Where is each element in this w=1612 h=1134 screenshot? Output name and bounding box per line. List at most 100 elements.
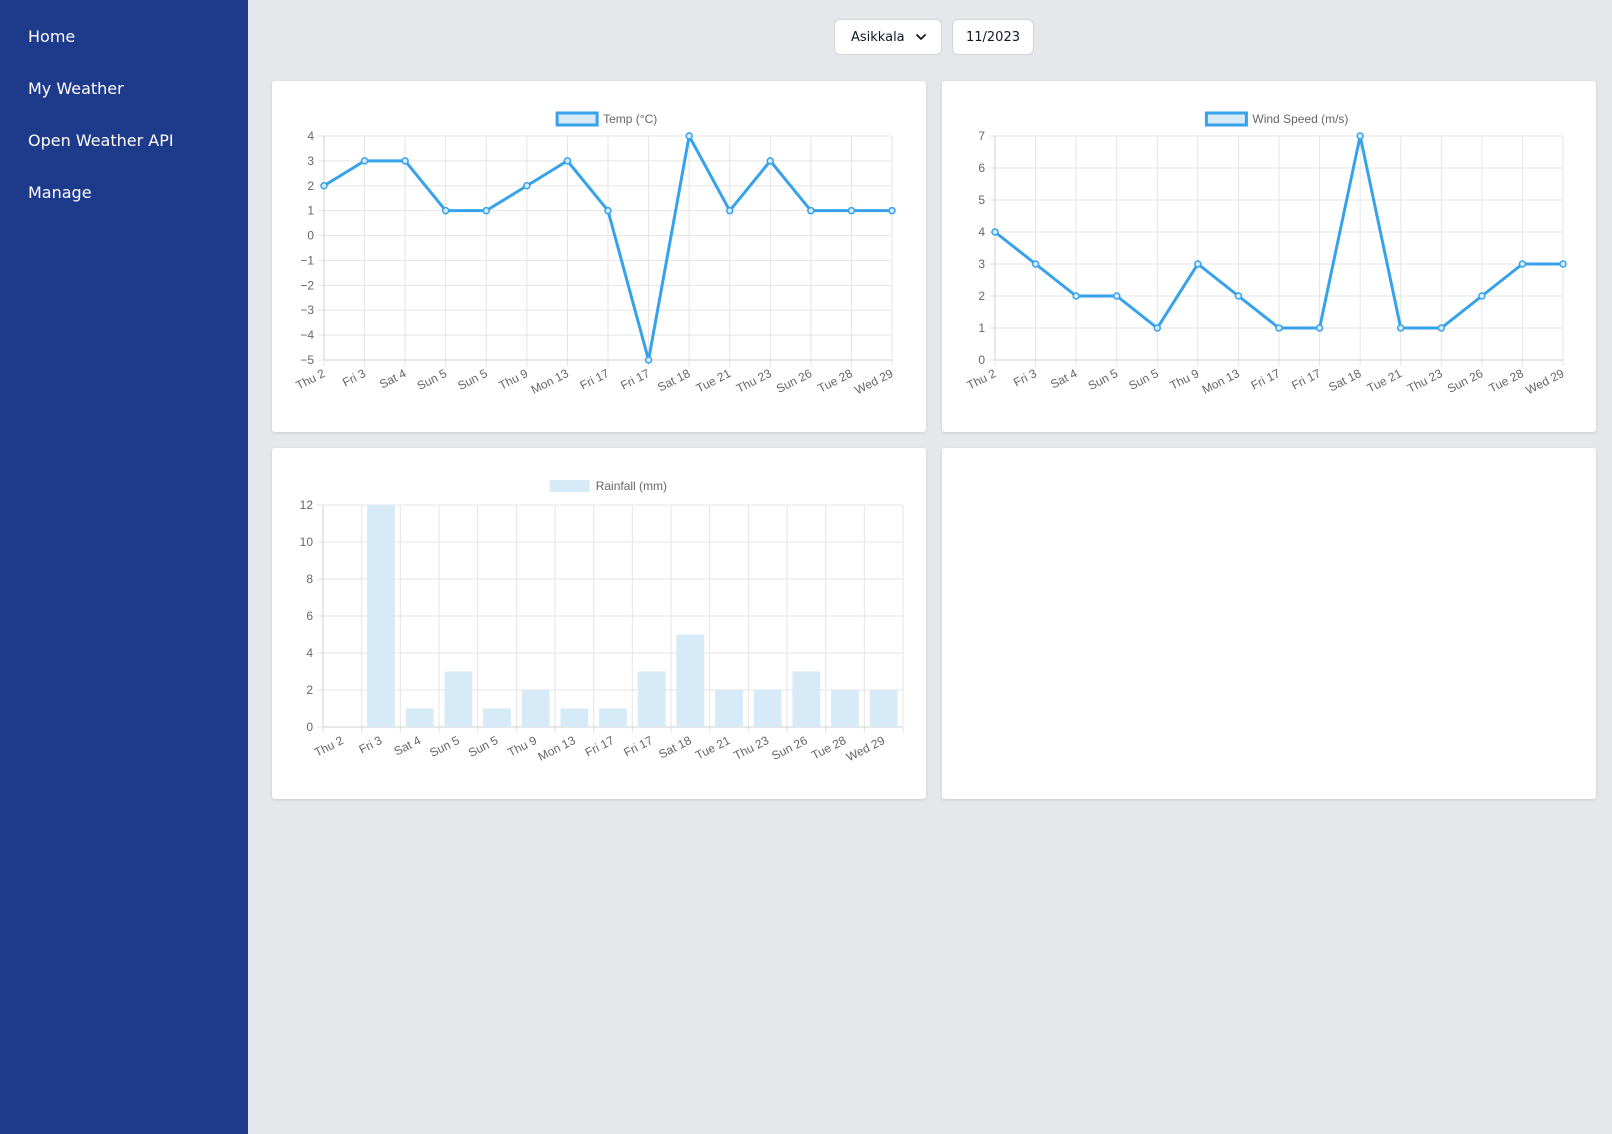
x-tick-label: Sun 26 [1445,366,1486,396]
y-tick-label: 0 [978,353,985,367]
nav-item-my-weather[interactable]: My Weather [28,79,124,98]
legend-label: Temp (°C) [603,112,657,126]
x-tick-label: Thu 23 [734,366,774,396]
data-point [1315,324,1324,332]
x-tick-label: Fri 17 [618,366,652,393]
data-point [1234,292,1243,300]
bar [560,708,589,727]
bar [715,690,743,727]
location-select[interactable]: Asikkala [834,19,942,55]
x-tick-label: Fri 3 [1011,366,1039,390]
data-point [1396,324,1405,332]
x-tick-label: Sun 26 [769,733,810,763]
x-tick-label: Thu 9 [497,366,531,393]
data-point [644,356,653,364]
wind-chart: Wind Speed (m/s)76543210Thu 2 Fri 3 Sat 4S… [965,111,1567,397]
bar [869,690,898,727]
empty-card [942,448,1596,799]
x-tick-label: Fri 3 [357,733,385,757]
x-tick-label: Wed 29 [844,733,887,764]
x-tick-label: Sun 5 [1086,366,1121,393]
data-point [1356,132,1364,140]
data-point [1072,292,1080,300]
bar [444,671,473,727]
bar [599,708,627,727]
x-tick-label: Sat 18 [656,733,694,761]
data-point [1437,324,1446,332]
x-tick-label: Thu 2 [965,366,999,393]
x-tick-label: Sun 26 [774,366,815,396]
y-tick-label: −5 [300,353,314,367]
data-point [360,157,369,165]
data-point [888,206,896,215]
x-tick-label: Fri 3 [340,366,368,390]
x-tick-label: Fri 17 [1289,366,1323,393]
data-point [563,157,572,165]
y-tick-label: 12 [300,498,314,512]
y-tick-label: 3 [307,154,314,168]
month-picker[interactable]: 11/2023 [952,19,1034,55]
temp-chart: Temp (°C)43210−1−2−3−4−5Thu 2 Fri 3 Sat 4S… [294,111,896,397]
y-tick-label: −4 [300,328,314,342]
legend-label: Rainfall (mm) [596,479,667,493]
data-point [685,132,693,140]
x-tick-label: Sat 4 [1048,366,1080,391]
bar [367,505,395,727]
y-tick-label: 4 [307,129,314,143]
data-point [482,206,491,215]
y-tick-label: 2 [307,179,314,193]
y-tick-label: −3 [300,303,314,317]
data-point [1031,260,1040,268]
x-tick-label: Mon 13 [1200,366,1242,397]
y-tick-label: 5 [978,193,985,207]
y-tick-label: 0 [306,720,313,734]
x-tick-label: Wed 29 [852,366,895,397]
data-point [991,228,999,236]
y-tick-label: 10 [300,535,314,549]
y-tick-label: 1 [978,321,985,335]
x-tick-label: Sat 18 [655,366,693,394]
bar [753,690,782,727]
data-point [1559,260,1567,268]
x-tick-label: Tue 21 [693,733,733,762]
wind-chart-card: Wind Speed (m/s) 7 6 5 4 3 2 1 0 Thu 2 Fri 3 Sat 4S… [942,81,1596,432]
nav-item-home[interactable]: Home [28,27,75,46]
bar [676,634,705,727]
y-tick-label: 3 [978,257,985,271]
bar [792,671,821,727]
rainfall-chart-card: Rainfall (mm) 12 10 8 6 4 2 0 Thu 2 Fri 3 Sat 4 Sun… [272,448,926,799]
data-point [1112,292,1121,300]
bar [483,708,511,727]
x-tick-label: Tue 28 [816,366,856,395]
x-tick-label: Thu 2 [312,733,346,760]
legend-label: Wind Speed (m/s) [1252,112,1348,126]
x-tick-label: Tue 28 [1487,366,1527,395]
sidebar: Home My Weather Open Weather API Manage [0,0,248,1134]
x-tick-label: Thu 23 [731,733,771,763]
x-tick-label: Thu 9 [1168,366,1202,393]
month-picker-value: 11/2023 [965,29,1020,45]
x-tick-label: Sat 4 [392,733,424,758]
y-tick-label: 1 [307,204,314,218]
x-tick-label: Sat 18 [1326,366,1364,394]
data-point [523,182,531,190]
x-tick-label: Sun 5 [415,366,450,393]
y-tick-label: −2 [300,278,314,292]
nav-item-open-weather-api[interactable]: Open Weather API [28,131,174,150]
x-tick-label: Mon 13 [529,366,571,397]
x-tick-label: Thu 23 [1405,366,1445,396]
bar [637,671,666,727]
y-tick-label: −1 [300,253,314,267]
x-tick-label: Fri 17 [583,733,617,760]
legend-swatch [555,111,599,127]
nav-item-manage[interactable]: Manage [28,183,92,202]
x-tick-label: Fri 17 [578,366,612,393]
x-tick-label: Thu 9 [505,733,539,760]
location-select-value: Asikkala [851,29,905,45]
y-tick-label: 6 [978,161,985,175]
x-tick-label: Tue 28 [809,733,849,762]
data-point [1275,324,1283,332]
x-tick-label: Tue 21 [694,366,734,395]
x-tick-label: Sun 5 [427,733,462,760]
x-tick-label: Thu 2 [294,366,328,393]
